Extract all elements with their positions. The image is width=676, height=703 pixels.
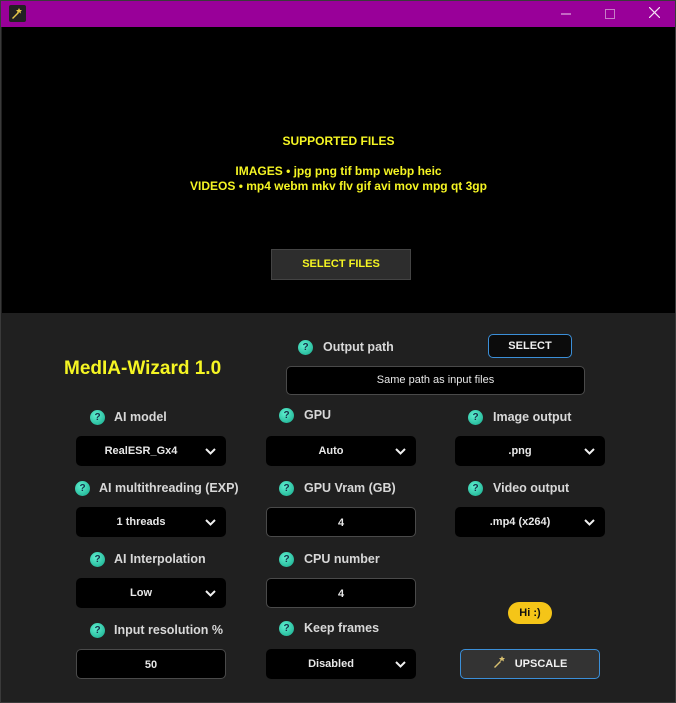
- output-path-label: Output path: [323, 340, 394, 354]
- ai-model-dropdown[interactable]: RealESR_Gx4: [76, 436, 226, 466]
- output-path-field[interactable]: Same path as input files: [286, 366, 585, 395]
- input-resolution-label: Input resolution %: [114, 623, 224, 637]
- app-title: MedIA-Wizard 1.0: [64, 358, 222, 379]
- keep-frames-label: Keep frames: [304, 621, 380, 635]
- chevron-down-icon: [203, 578, 217, 608]
- gpu-vram-help-icon[interactable]: ?: [279, 481, 294, 496]
- video-output-label: Video output: [493, 481, 570, 495]
- ai-interpolation-label: AI Interpolation: [114, 552, 206, 566]
- select-output-path-button[interactable]: SELECT: [488, 334, 572, 358]
- minimize-icon[interactable]: [543, 1, 589, 27]
- chevron-down-icon: [582, 507, 596, 537]
- supported-images-line: IMAGES • jpg png tif bmp webp heic: [235, 164, 442, 178]
- ai-multithreading-dropdown[interactable]: 1 threads: [76, 507, 226, 537]
- app-logo-icon: [9, 5, 26, 22]
- image-output-value: .png: [508, 445, 532, 457]
- video-output-value: .mp4 (x264): [489, 516, 551, 528]
- chevron-down-icon: [393, 436, 407, 466]
- upscale-label: UPSCALE: [514, 658, 568, 670]
- file-drop-area[interactable]: SUPPORTED FILES IMAGES • jpg png tif bmp…: [2, 27, 675, 313]
- gpu-value: Auto: [318, 445, 344, 457]
- image-output-help-icon[interactable]: ?: [468, 410, 483, 425]
- ai-interpolation-dropdown[interactable]: Low: [76, 578, 226, 608]
- ai-multithreading-help-icon[interactable]: ?: [75, 481, 90, 496]
- gpu-dropdown[interactable]: Auto: [266, 436, 416, 466]
- ai-interpolation-help-icon[interactable]: ?: [90, 552, 105, 567]
- cpu-number-label: CPU number: [304, 552, 380, 566]
- ai-model-value: RealESR_Gx4: [104, 445, 178, 457]
- image-output-dropdown[interactable]: .png: [455, 436, 605, 466]
- video-output-dropdown[interactable]: .mp4 (x264): [455, 507, 605, 537]
- cpu-number-input[interactable]: 4: [266, 578, 416, 608]
- input-resolution-input[interactable]: 50: [76, 649, 226, 679]
- keep-frames-help-icon[interactable]: ?: [279, 621, 294, 636]
- ai-multithreading-value: 1 threads: [116, 516, 166, 528]
- select-files-button[interactable]: SELECT FILES: [271, 249, 411, 280]
- keep-frames-value: Disabled: [308, 658, 354, 670]
- chevron-down-icon: [203, 507, 217, 537]
- keep-frames-dropdown[interactable]: Disabled: [266, 649, 416, 679]
- ai-model-help-icon[interactable]: ?: [90, 410, 105, 425]
- chevron-down-icon: [582, 436, 596, 466]
- ai-model-label: AI model: [114, 410, 167, 424]
- image-output-label: Image output: [493, 410, 572, 424]
- chevron-down-icon: [393, 649, 407, 679]
- input-resolution-help-icon[interactable]: ?: [90, 623, 105, 638]
- close-icon[interactable]: [631, 1, 676, 27]
- app-window: SUPPORTED FILES IMAGES • jpg png tif bmp…: [0, 0, 676, 703]
- supported-files-title: SUPPORTED FILES: [282, 134, 395, 148]
- supported-videos-line: VIDEOS • mp4 webm mkv flv gif avi mov mp…: [190, 179, 487, 193]
- gpu-vram-label: GPU Vram (GB): [304, 481, 396, 495]
- video-output-help-icon[interactable]: ?: [468, 481, 483, 496]
- ai-multithreading-label: AI multithreading (EXP): [99, 481, 239, 495]
- title-bar[interactable]: [1, 1, 675, 27]
- cpu-number-help-icon[interactable]: ?: [279, 552, 294, 567]
- gpu-help-icon[interactable]: ?: [279, 408, 294, 423]
- upscale-wand-icon: [493, 652, 507, 668]
- maximize-icon[interactable]: [587, 1, 633, 27]
- chevron-down-icon: [203, 436, 217, 466]
- gpu-vram-input[interactable]: 4: [266, 507, 416, 537]
- upscale-button[interactable]: UPSCALE: [460, 649, 600, 679]
- hi-badge: Hi :): [508, 602, 552, 624]
- output-path-help-icon[interactable]: ?: [298, 340, 313, 355]
- ai-interpolation-value: Low: [130, 587, 152, 599]
- gpu-label: GPU: [304, 408, 332, 422]
